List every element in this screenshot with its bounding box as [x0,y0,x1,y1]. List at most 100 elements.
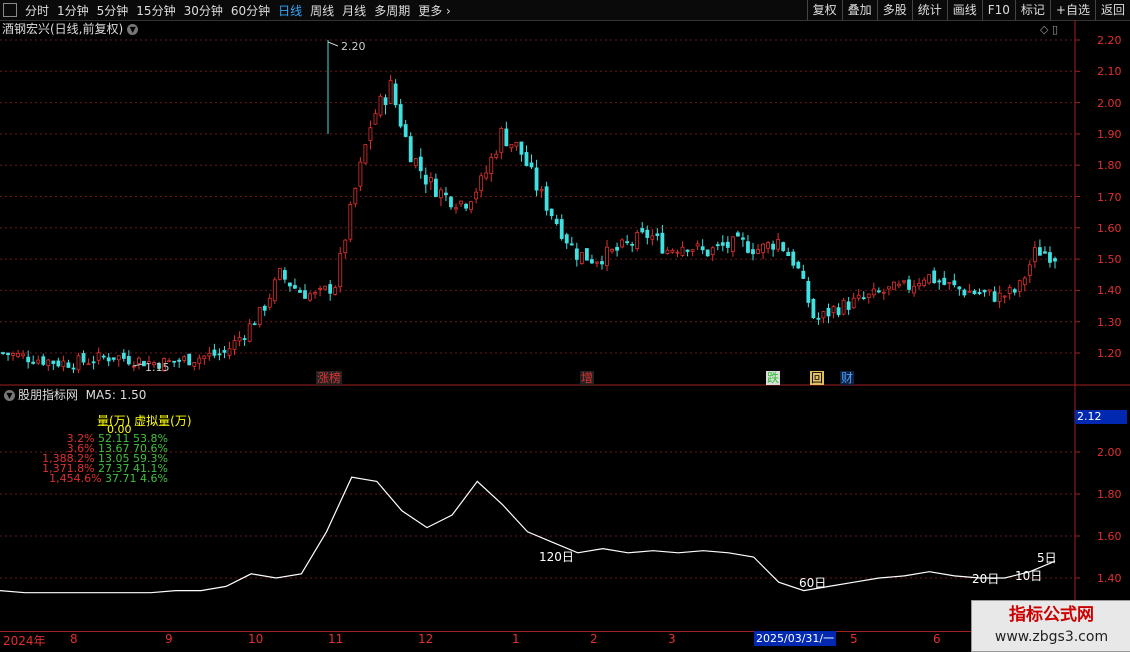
candle-body [444,192,448,196]
candle-body [66,362,71,368]
toolbar-button[interactable]: F10 [981,0,1015,20]
candle-body [529,162,534,168]
event-mark[interactable]: 涨榜 [316,371,343,385]
candle-body [167,360,172,363]
date-tick: 3 [668,632,676,646]
period-tab[interactable]: 15分钟 [132,2,179,19]
event-mark[interactable]: 回 [810,371,825,385]
candle-body [343,239,348,254]
period-tab[interactable]: 周线 [306,2,338,19]
menu-icon[interactable] [3,3,17,17]
candle-body [398,104,403,127]
period-tab[interactable]: 30分钟 [180,2,227,19]
candle-body [197,357,202,364]
candle-body [967,290,972,293]
candle-body [851,297,856,309]
watermark-url: www.zbgs3.com [994,629,1109,645]
toolbar-button[interactable]: 复权 [806,0,842,20]
chart-title: 酒钢宏兴(日线,前复权) [2,22,124,36]
candle-body [690,249,695,252]
period-tab[interactable]: 日线 [274,2,306,19]
candle-body [1,352,5,354]
toolbar-button[interactable]: 统计 [911,0,947,20]
candle-body [474,191,479,200]
candle-body [997,292,1002,302]
candle-body [91,361,96,364]
candle-body [917,282,921,287]
ma-period-label: 10日 [1015,569,1043,583]
chevron-down-icon[interactable]: ▼ [4,390,15,401]
candle-body [665,249,670,254]
candle-body [348,204,353,240]
candle-body [86,363,91,366]
event-mark[interactable]: 财 [840,371,855,385]
candle-body [313,292,317,295]
candle-body [293,285,297,289]
diamond-icon[interactable]: ◇ [1040,23,1048,36]
candle-body [866,293,871,299]
toolbar-button[interactable]: 返回 [1094,0,1130,20]
candle-body [751,249,755,255]
ma-period-label: 120日 [539,550,574,564]
candle-body [323,285,328,290]
candle-body [413,158,418,166]
toolbar-button[interactable]: 叠加 [841,0,877,20]
candle-body [121,352,126,359]
toolbar-button[interactable]: +自选 [1049,0,1095,20]
chevron-down-icon[interactable]: ▼ [127,24,139,35]
candle-body [856,294,861,299]
candle-body [620,239,625,248]
candle-body [670,249,675,253]
candle-body [927,274,932,284]
candle-body [111,357,116,360]
candle-body [660,232,665,254]
candle-body [373,113,378,125]
ma-line [0,476,1056,594]
toolbar-button[interactable]: 多股 [876,0,912,20]
period-tab[interactable]: 60分钟 [227,2,274,19]
candle-body [519,141,524,155]
date-tick: 8 [70,632,78,646]
candle-body [237,337,242,342]
candle-body [1002,295,1007,298]
event-mark[interactable]: 增 [580,371,595,385]
candle-body [796,261,801,269]
period-tab[interactable]: 多周期 [370,2,414,19]
candle-body [1053,258,1057,262]
candle-body [378,95,383,116]
selected-date: 2025/03/31/一 [754,631,837,646]
candle-body [353,187,358,205]
indicator-tick: 1.80 [1097,488,1122,501]
candle-body [358,161,363,187]
candle-body [801,270,806,279]
candle-body [1048,252,1052,263]
candle-body [952,280,957,286]
candle-body [595,261,599,264]
candle-body [922,279,927,286]
period-tab[interactable]: 月线 [338,2,370,19]
period-tab[interactable]: 5分钟 [93,2,133,19]
candle-body [695,243,700,247]
period-tab[interactable]: 分时 [21,2,53,19]
period-tab[interactable]: 1分钟 [53,2,93,19]
candle-body [871,288,876,296]
date-tick: 2 [590,632,598,646]
candle-body [549,208,554,217]
candle-body [756,249,760,254]
event-mark[interactable]: 跌 [766,371,781,385]
toolbar-button[interactable]: 标记 [1014,0,1050,20]
candle-body [262,305,267,311]
candle-body [821,311,826,319]
candle-body [635,232,640,250]
toolbar-button[interactable]: 画线 [946,0,982,20]
candle-body [147,361,151,364]
candle-body [957,286,962,290]
price-tick: 1.20 [1097,347,1122,360]
panel-toggle-icon[interactable]: ▯ [1052,23,1058,36]
candle-body [61,360,66,368]
candle-body [675,251,680,254]
candle-body [172,360,177,363]
candle-body [625,241,630,244]
period-tab[interactable]: 更多 › [414,2,455,19]
candle-body [222,350,227,353]
